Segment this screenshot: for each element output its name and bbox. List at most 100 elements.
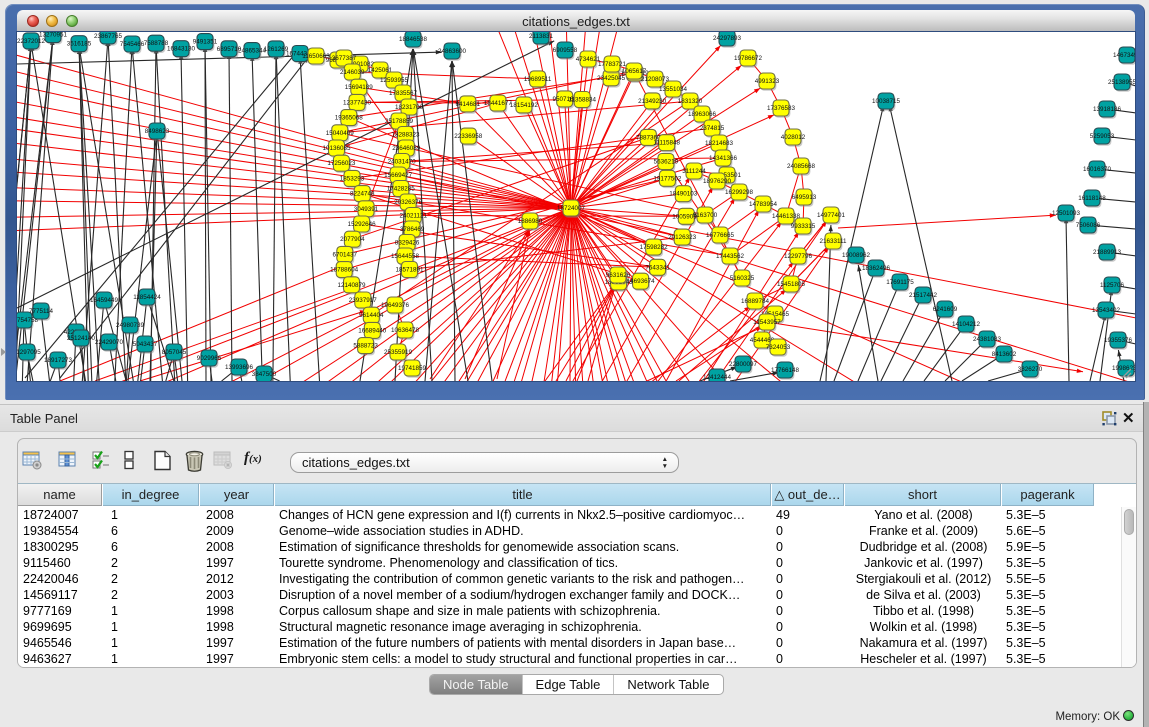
svg-text:18963066: 18963066 xyxy=(688,111,717,118)
svg-text:7775114: 7775114 xyxy=(29,308,54,315)
svg-text:19649376: 19649376 xyxy=(381,302,410,309)
svg-text:24021121: 24021121 xyxy=(400,213,428,220)
svg-text:11115848: 11115848 xyxy=(653,140,680,147)
svg-text:3847500: 3847500 xyxy=(252,371,277,378)
svg-text:14977401: 14977401 xyxy=(817,212,846,219)
svg-text:19355376: 19355376 xyxy=(1104,337,1133,344)
svg-text:7506086: 7506086 xyxy=(1076,222,1101,229)
svg-text:18214683: 18214683 xyxy=(705,140,734,147)
svg-text:3111244: 3111244 xyxy=(682,168,706,175)
svg-text:12593955: 12593955 xyxy=(380,77,409,84)
svg-text:17766148: 17766148 xyxy=(771,367,800,374)
svg-text:22336958: 22336958 xyxy=(454,133,483,140)
svg-text:7545466: 7545466 xyxy=(120,41,145,48)
svg-text:15292646: 15292646 xyxy=(348,221,377,228)
svg-text:23937917: 23937917 xyxy=(349,297,378,304)
svg-text:18917273: 18917273 xyxy=(44,357,73,364)
svg-text:21633111: 21633111 xyxy=(819,238,847,245)
svg-text:24297893: 24297893 xyxy=(713,35,742,42)
svg-text:19986232: 19986232 xyxy=(1112,365,1135,372)
svg-text:24031470: 24031470 xyxy=(388,159,417,166)
svg-text:12501093: 12501093 xyxy=(1052,210,1081,217)
svg-text:13918186: 13918186 xyxy=(1093,106,1122,113)
svg-text:20326376: 20326376 xyxy=(394,199,423,206)
svg-text:15451805: 15451805 xyxy=(777,281,806,288)
svg-text:11854424: 11854424 xyxy=(133,294,161,301)
svg-text:22800097: 22800097 xyxy=(729,361,758,368)
svg-text:12412444: 12412444 xyxy=(703,374,732,381)
svg-text:13551034: 13551034 xyxy=(659,86,688,93)
svg-text:13993696: 13993696 xyxy=(225,364,254,371)
svg-text:22372012: 22372012 xyxy=(17,38,45,45)
svg-text:3516185: 3516185 xyxy=(67,41,92,48)
svg-text:7324053: 7324053 xyxy=(766,344,791,351)
svg-text:3049391: 3049391 xyxy=(354,206,379,213)
svg-text:19365068: 19365068 xyxy=(335,115,364,122)
svg-text:18231700: 18231700 xyxy=(395,104,424,111)
svg-text:10038715: 10038715 xyxy=(872,98,901,105)
svg-text:14783954: 14783954 xyxy=(749,201,778,208)
svg-text:12297796: 12297796 xyxy=(784,253,813,260)
svg-text:24980739: 24980739 xyxy=(116,322,145,329)
svg-text:18724007: 18724007 xyxy=(557,205,586,212)
svg-text:5636219: 5636219 xyxy=(654,159,679,166)
svg-text:18362496: 18362496 xyxy=(862,265,891,272)
svg-text:15644558: 15644558 xyxy=(391,253,420,260)
svg-text:12377430: 12377430 xyxy=(343,99,372,106)
svg-text:7643341: 7643341 xyxy=(645,264,670,271)
svg-text:16689440: 16689440 xyxy=(358,327,387,334)
svg-text:6495913: 6495913 xyxy=(792,194,817,201)
svg-text:16889784: 16889784 xyxy=(741,298,770,305)
svg-text:16118148: 16118148 xyxy=(1078,195,1106,202)
svg-text:9933315: 9933315 xyxy=(791,223,816,230)
svg-text:24865344: 24865344 xyxy=(238,48,267,55)
svg-text:5160325: 5160325 xyxy=(730,275,755,282)
svg-text:11297095: 11297095 xyxy=(17,349,41,356)
svg-text:2113831: 2113831 xyxy=(529,33,554,40)
svg-text:24863600: 24863600 xyxy=(438,48,467,55)
svg-text:11358834: 11358834 xyxy=(568,97,596,104)
svg-text:1065617: 1065617 xyxy=(622,68,647,75)
svg-text:25138955: 25138955 xyxy=(1108,79,1135,86)
svg-text:17256023: 17256023 xyxy=(327,160,356,167)
svg-text:15694189: 15694189 xyxy=(345,84,374,91)
svg-text:17443562: 17443562 xyxy=(716,253,745,260)
svg-text:6909558: 6909558 xyxy=(553,47,578,54)
svg-text:2374815: 2374815 xyxy=(700,125,725,132)
svg-text:9163700: 9163700 xyxy=(693,212,718,219)
svg-text:18154192: 18154192 xyxy=(510,102,539,109)
svg-text:6241609: 6241609 xyxy=(933,306,958,313)
svg-text:16843130: 16843130 xyxy=(167,46,196,53)
svg-text:17598282: 17598282 xyxy=(640,244,669,251)
svg-text:1853293: 1853293 xyxy=(340,175,365,182)
svg-text:23867765: 23867765 xyxy=(94,33,123,40)
svg-text:2146039: 2146039 xyxy=(340,69,365,76)
svg-text:25124140: 25124140 xyxy=(67,335,96,342)
svg-text:1886980: 1886980 xyxy=(518,218,543,225)
svg-text:13270951: 13270951 xyxy=(39,32,68,39)
svg-text:17428285: 17428285 xyxy=(387,186,416,193)
svg-text:20126323: 20126323 xyxy=(668,234,697,241)
svg-text:18441677: 18441677 xyxy=(484,100,513,107)
svg-text:10636478: 10636478 xyxy=(391,327,420,334)
svg-text:21349230: 21349230 xyxy=(638,98,667,105)
svg-text:9491351: 9491351 xyxy=(193,39,218,46)
svg-text:2077904: 2077904 xyxy=(340,236,365,243)
svg-text:7588788: 7588788 xyxy=(144,40,169,47)
svg-text:18571891: 18571891 xyxy=(395,267,424,274)
svg-text:21208073: 21208073 xyxy=(641,76,670,83)
svg-text:17376583: 17376583 xyxy=(767,105,796,112)
svg-text:9029966: 9029966 xyxy=(197,355,222,362)
svg-text:16016370: 16016370 xyxy=(1083,166,1112,173)
svg-text:17783721: 17783721 xyxy=(598,61,627,68)
svg-text:4991323: 4991323 xyxy=(755,78,780,85)
svg-text:6414681: 6414681 xyxy=(456,101,481,108)
svg-text:5043437: 5043437 xyxy=(133,341,158,348)
svg-text:16299298: 16299298 xyxy=(725,189,754,196)
svg-text:19689511: 19689511 xyxy=(524,76,552,83)
svg-text:15669427: 15669427 xyxy=(384,172,413,179)
svg-text:8057045: 8057045 xyxy=(162,349,187,356)
svg-text:25178859: 25178859 xyxy=(385,118,414,125)
svg-text:3677387: 3677387 xyxy=(332,55,357,62)
svg-text:6701437: 6701437 xyxy=(333,251,358,258)
